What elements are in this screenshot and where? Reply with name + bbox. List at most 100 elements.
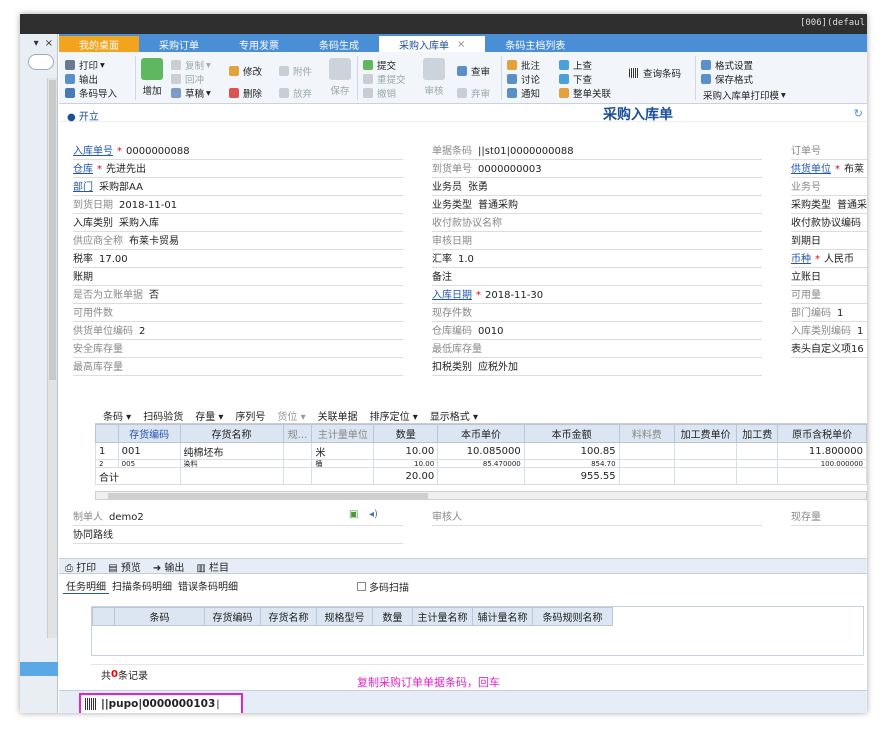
print-button[interactable]: 打印 ▾ (65, 58, 105, 72)
table-row[interactable]: 1 001 纯棉坯布 米 10.00 10.085000 100.85 11.8… (95, 442, 867, 460)
field-dept[interactable]: 部门 采购部AA (73, 178, 403, 196)
col-bc-aux-unit[interactable]: 辅计量名称 (472, 607, 533, 626)
field-rk-type[interactable]: 入库类别 采购入库 (73, 214, 403, 232)
col-barcode[interactable]: 条码 (114, 607, 205, 626)
field-tax-rate[interactable]: 税率 17.00 (73, 250, 403, 268)
speaker-icon[interactable]: ◂) (369, 509, 378, 520)
field-auditor[interactable]: 审核人 (432, 508, 762, 526)
field-salesman[interactable]: 业务员 张勇 (432, 178, 762, 196)
nav-scrollbar[interactable] (47, 78, 57, 638)
field-flow[interactable]: 协同路线 (73, 526, 403, 544)
field-account-period[interactable]: 账期 (73, 268, 403, 286)
stock-menu[interactable]: 存量 ▾ (195, 408, 223, 423)
tab-purchase-order[interactable]: 采购订单 (139, 36, 219, 52)
print-template-select[interactable]: 采购入库单打印模 ▾ (703, 88, 786, 103)
col-tax-price[interactable]: 原币含税单价 (777, 424, 867, 443)
field-wh-code[interactable]: 仓库编码 0010 (432, 322, 762, 340)
field-pay-protocol[interactable]: 收付款协议名称 (432, 214, 762, 232)
barcode-menu[interactable]: 条码 ▾ (103, 408, 131, 423)
barcode-import-button[interactable]: 条码导入 (65, 86, 117, 100)
query-audit-button[interactable]: 查审 (457, 64, 490, 78)
query-down-button[interactable]: 下查 (559, 72, 592, 86)
field-audit-date[interactable]: 审核日期 (432, 232, 762, 250)
draft-button[interactable]: 草稿 ▾ (171, 86, 211, 100)
discuss-button[interactable]: 讨论 (507, 72, 540, 86)
col-process-price[interactable]: 加工费单价 (674, 424, 738, 443)
format-settings-button[interactable]: 格式设置 (701, 58, 753, 72)
write-back-button[interactable]: 回冲 (171, 72, 204, 86)
field-maker[interactable]: 制单人 demo2 ▣ ◂) (73, 508, 403, 526)
resubmit-button[interactable]: 重提交 (363, 72, 406, 86)
refresh-icon[interactable]: ↻ (854, 107, 863, 120)
field-avail-amount[interactable]: 可用量 (791, 286, 867, 304)
close-icon[interactable]: × (45, 38, 53, 49)
related-docs-button[interactable]: 关联单据 (318, 408, 358, 423)
submit-button[interactable]: 提交 (363, 58, 396, 72)
query-barcode-button[interactable]: 查询条码 (629, 66, 681, 80)
tab-close-icon[interactable]: × (457, 39, 465, 50)
field-supplier-full[interactable]: 供应商全称 布莱卡贸易 (73, 232, 403, 250)
col-unit-price[interactable]: 本币单价 (437, 424, 525, 443)
barcode-scan-input[interactable]: ||pupo|0000000103 | (79, 693, 243, 713)
col-inv-code[interactable]: 存货编码 (117, 424, 181, 443)
field-warehouse[interactable]: 仓库 * 先进先出 (73, 160, 403, 178)
multi-scan-checkbox[interactable]: 多码扫描 (357, 579, 409, 594)
field-tax-type[interactable]: 扣税类别 应税外加 (432, 358, 762, 376)
tab-desktop[interactable]: 我的桌面 (59, 36, 139, 52)
col-inv-name[interactable]: 存货名称 (179, 424, 284, 443)
tab-scan-detail[interactable]: 扫描条码明细 (109, 578, 175, 594)
preview-button[interactable]: ▤ 预览 (108, 559, 141, 574)
tab-barcode-generate[interactable]: 条码生成 (299, 36, 379, 52)
field-rk-date[interactable]: 入库日期 * 2018-11-30 (432, 286, 762, 304)
delete-button[interactable]: 删除 (229, 86, 262, 100)
chat-icon[interactable]: ▣ (349, 509, 358, 520)
field-avail-qty[interactable]: 可用件数 (73, 304, 403, 322)
field-biz-type[interactable]: 业务类型 普通采购 (432, 196, 762, 214)
table-row[interactable]: 2 005 染料 桶 10.00 85.470000 854.70 100.00… (95, 459, 867, 468)
col-bc-rule[interactable]: 条码规则名称 (532, 607, 613, 626)
sort-locate-menu[interactable]: 排序定位 ▾ (370, 408, 418, 423)
copy-button[interactable]: 复制 ▾ (171, 58, 211, 72)
location-menu[interactable]: 货位 ▾ (277, 408, 305, 423)
grid-horizontal-scrollbar[interactable] (95, 491, 867, 500)
field-doc-barcode[interactable]: 单据条码 ||st01|0000000088 (432, 142, 762, 160)
field-due-date[interactable]: 到期日 (791, 232, 867, 250)
field-min-stock[interactable]: 最低库存量 (432, 340, 762, 358)
modify-button[interactable]: 修改 (229, 64, 262, 78)
col-qty[interactable]: 数量 (373, 424, 439, 443)
col-material-fee[interactable]: 料料费 (618, 424, 676, 443)
field-rk-no[interactable]: 入库单号 * 0000000088 (73, 142, 403, 160)
withdraw-button[interactable]: 撤销 (363, 86, 396, 100)
field-custom16[interactable]: 表头自定义项16 (791, 340, 867, 358)
audit-button[interactable]: 审核 (423, 58, 445, 97)
field-arrive-no[interactable]: 到货单号 0000000003 (432, 160, 762, 178)
tab-error-detail[interactable]: 错误条码明细 (175, 578, 241, 594)
field-is-account[interactable]: 是否为立账单据否 (73, 286, 403, 304)
field-purchase-type[interactable]: 采购类型 普通采 (791, 196, 867, 214)
nav-search-input[interactable] (28, 54, 54, 70)
col-spec[interactable]: 规... (282, 424, 313, 443)
query-up-button[interactable]: 上查 (559, 58, 592, 72)
col-unit[interactable]: 主计量单位 (311, 424, 375, 443)
scan-check-button[interactable]: 扫码验货 (143, 408, 183, 423)
col-bc-main-unit[interactable]: 主计量名称 (412, 607, 473, 626)
pin-icon[interactable]: ▾ (34, 38, 39, 49)
save-button[interactable]: 保存 (329, 58, 351, 97)
field-exchange-rate[interactable]: 汇率 1.0 (432, 250, 762, 268)
nav-selected-item[interactable] (20, 662, 58, 676)
field-pay-protocol-code[interactable]: 收付款协议编码 (791, 214, 867, 232)
field-current-stock[interactable]: 现存量 (791, 508, 867, 526)
attachment-button[interactable]: 附件 (279, 64, 312, 78)
abandon-audit-button[interactable]: 弃审 (457, 86, 490, 100)
field-currency[interactable]: 币种 * 人民币 (791, 250, 867, 268)
display-format-menu[interactable]: 显示格式 ▾ (430, 408, 478, 423)
col-amount[interactable]: 本币金额 (523, 424, 620, 443)
save-format-button[interactable]: 保存格式 (701, 72, 753, 86)
serial-button[interactable]: 序列号 (235, 408, 265, 423)
field-dept-code[interactable]: 部门编码 1 (791, 304, 867, 322)
tab-task-detail[interactable]: 任务明细 (63, 578, 109, 594)
bottom-export-button[interactable]: ➜ 输出 (153, 559, 185, 574)
col-bc-inv-code[interactable]: 存货编码 (204, 607, 261, 626)
field-account-date[interactable]: 立账日 (791, 268, 867, 286)
bottom-print-button[interactable]: ⎙ 打印 (65, 559, 96, 574)
